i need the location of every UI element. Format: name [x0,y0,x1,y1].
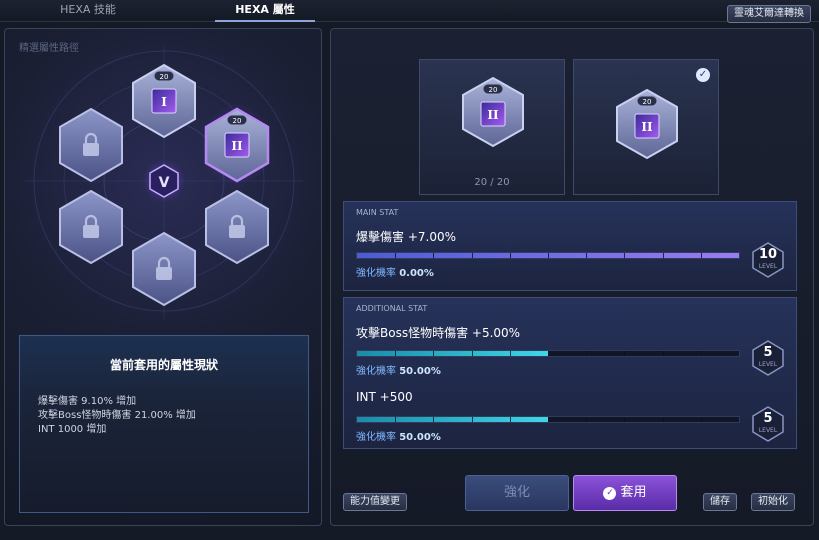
bar-segment-divider [548,253,549,258]
hex-board: I 20 II 20 V [25,44,303,319]
svg-text:I: I [161,95,167,109]
tab-hexa-skill[interactable]: HEXA 技能 [28,0,148,22]
additional-stat-2-level-badge: 5 LEVEL [748,404,788,444]
soul-erda-convert-button[interactable]: 靈魂艾爾達轉換 [727,5,811,23]
bar-segment-divider [395,351,397,356]
bar-segment-divider [471,417,473,422]
svg-text:II: II [487,108,499,122]
additional-stat-1-progress-fill [357,351,548,356]
status-title: 當前套用的屬性現狀 [109,358,218,372]
additional-stat-1-level-badge: 5 LEVEL [748,338,788,378]
bar-segment-divider [586,351,588,356]
status-lines: 爆擊傷害 9.10% 增加 攻擊Boss怪物時傷害 21.00% 增加 INT … [38,395,308,437]
core-detail-panel: II 20 20 / 20 ✓ II 20 MAIN STAT 爆擊傷害 +7.… [330,28,814,526]
current-attribute-status-box: 當前套用的屬性現狀 爆擊傷害 9.10% 增加 攻擊Boss怪物時傷害 21.0… [19,335,309,513]
bar-segment-divider [586,253,588,258]
bar-segment-divider [509,417,511,422]
svg-text:II: II [231,139,243,153]
bar-segment-divider [700,253,702,258]
bar-segment-divider [624,351,626,356]
svg-text:V: V [159,175,170,191]
svg-text:20: 20 [489,86,498,94]
core-count: 20 / 20 [474,177,510,188]
tab-hexa-attribute[interactable]: HEXA 屬性 [205,0,325,22]
bar-segment-divider [624,253,626,258]
bar-segment-divider [433,253,435,258]
bar-segment-divider [433,351,435,356]
bar-segment-divider [548,417,549,422]
save-button[interactable]: 儲存 [703,493,737,511]
slot-level-text: 20 [233,117,242,125]
additional-stat-box: ADDITIONAL STAT 攻擊Boss怪物時傷害 +5.00% 強化機率 … [343,297,797,449]
main-stat-box: MAIN STAT 爆擊傷害 +7.00% 強化機率 0.00% 10 LEVE… [343,201,797,291]
core-hex-icon: II 20 [616,88,678,160]
additional-stat-label: ADDITIONAL STAT [356,304,428,313]
slot-level-text: 20 [160,73,169,81]
main-stat-label: MAIN STAT [356,208,399,217]
main-stat-chance: 強化機率 0.00% [356,268,434,279]
hex-board-panel: 精選屬性路徑 I 20 II 20 V 當前套用的屬性現狀 爆擊傷害 9.10%… [4,28,322,526]
enhance-button[interactable]: 強化 [465,475,569,511]
bar-segment-divider [586,417,588,422]
hex-slot-bottom-locked[interactable] [132,231,196,307]
bar-segment-divider [471,351,473,356]
hex-slot-lower-left-locked[interactable] [59,189,123,265]
additional-stat-1-chance: 強化機率 50.00% [356,366,441,377]
apply-button[interactable]: ✓ 套用 [573,475,677,511]
additional-stat-2-chance: 強化機率 50.00% [356,432,441,443]
reset-button[interactable]: 初始化 [751,493,795,511]
main-stat-name: 爆擊傷害 +7.00% [356,230,456,244]
bar-segment-divider [662,417,664,422]
status-line: 爆擊傷害 9.10% 增加 [38,396,137,407]
bar-segment-divider [700,351,702,356]
bar-segment-divider [471,253,473,258]
tab-bar: HEXA 技能 HEXA 屬性 靈魂艾爾達轉換 [0,0,819,23]
svg-text:II: II [641,120,653,134]
bar-segment-divider [395,253,397,258]
hex-slot-lower-right-locked[interactable] [205,189,269,265]
main-stat-progress-bar [356,252,740,259]
bar-segment-divider [433,417,435,422]
hex-slot-top-core[interactable]: I 20 [132,63,196,139]
check-circle-icon: ✓ [603,487,617,500]
core-hex-icon: II 20 [462,76,524,148]
bar-segment-divider [662,351,664,356]
hex-slot-upper-right-core-active[interactable]: II 20 [200,101,274,189]
core-card-current[interactable]: II 20 20 / 20 [419,59,565,195]
core-card-applied[interactable]: ✓ II 20 [573,59,719,195]
center-v-emblem: V [142,159,186,203]
additional-stat-1-name: 攻擊Boss怪物時傷害 +5.00% [356,326,521,340]
bar-segment-divider [395,417,397,422]
status-line: INT 1000 增加 [38,424,107,435]
bar-segment-divider [662,253,664,258]
status-line: 攻擊Boss怪物時傷害 21.00% 增加 [38,410,196,421]
bar-segment-divider [548,351,549,356]
svg-text:20: 20 [643,98,652,106]
additional-stat-2-progress-bar [356,416,740,423]
main-stat-level-badge: 10 LEVEL [748,240,788,280]
additional-stat-1-progress-bar [356,350,740,357]
bar-segment-divider [624,417,626,422]
bar-segment-divider [700,417,702,422]
change-stat-button[interactable]: 能力值變更 [343,493,407,511]
hex-slot-upper-left-locked[interactable] [59,107,123,183]
additional-stat-2-name: INT +500 [356,390,413,404]
additional-stat-2-progress-fill [357,417,548,422]
bar-segment-divider [509,253,511,258]
bar-segment-divider [509,351,511,356]
